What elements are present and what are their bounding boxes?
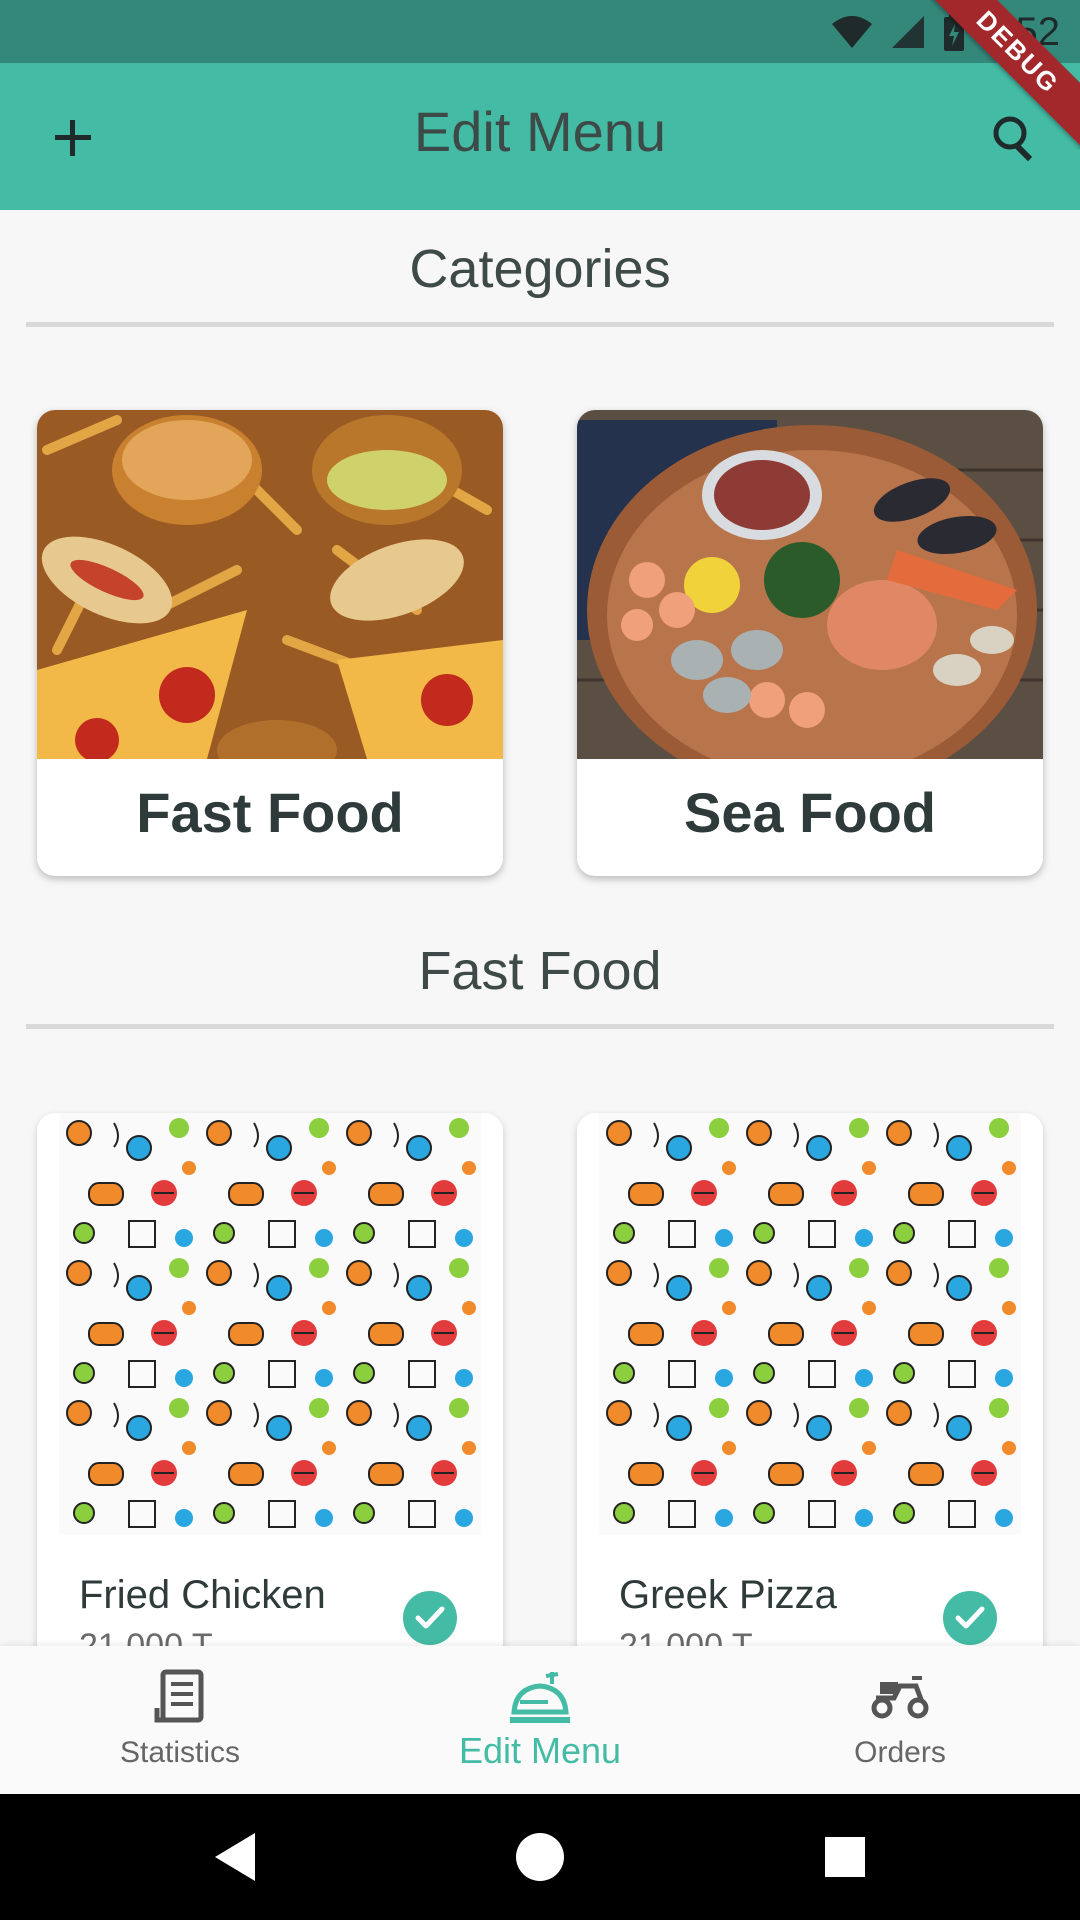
cell-signal-icon [892,16,925,48]
available-check-icon[interactable] [403,1591,457,1645]
system-navigation-bar [0,1794,1080,1920]
menu-item-card[interactable]: Fried Chicken 21,000 T [37,1113,503,1673]
category-label: Sea Food [683,781,937,844]
scooter-icon [871,1676,929,1719]
debug-banner-wrap: DEBUG [930,0,1080,150]
food-tray-icon [510,1672,570,1723]
receipt-icon [154,1669,204,1723]
page-title: Edit Menu [413,100,667,163]
debug-banner: DEBUG [930,0,1080,150]
category-label: Fast Food [136,781,404,844]
bottom-navigation: Statistics Edit Menu Orders [0,1646,1080,1794]
back-triangle-icon[interactable] [205,1827,265,1887]
available-check-icon[interactable] [943,1591,997,1645]
nav-item-statistics[interactable]: Statistics [0,1646,360,1794]
food-doodle-pattern [59,1113,481,1535]
nav-label: Edit Menu [458,1730,622,1771]
nav-label: Orders [854,1736,946,1769]
seafood-platter-photo [577,410,1043,759]
home-circle-icon[interactable] [510,1827,570,1887]
items-heading: Fast Food [418,941,662,1001]
food-doodle-pattern [599,1113,1021,1535]
categories-heading: Categories [409,239,671,299]
categories-divider [26,322,1054,327]
item-name: Greek Pizza [619,1573,837,1617]
nav-item-edit-menu[interactable]: Edit Menu [360,1646,720,1794]
recents-square-icon[interactable] [815,1827,875,1887]
checkmark-icon [955,1606,985,1629]
category-card-sea-food[interactable]: Sea Food [577,410,1043,876]
wifi-icon [832,16,873,48]
category-card-fast-food[interactable]: Fast Food [37,410,503,876]
fast-food-photo [37,410,503,759]
nav-item-orders[interactable]: Orders [720,1646,1080,1794]
app-bar: Edit Menu [0,63,1080,210]
items-divider [26,1024,1054,1029]
status-bar: 1:52 [0,0,1080,63]
checkmark-icon [415,1606,445,1629]
nav-label: Statistics [119,1736,241,1769]
item-name: Fried Chicken [79,1573,326,1617]
menu-item-card[interactable]: Greek Pizza 21,000 T [577,1113,1043,1673]
